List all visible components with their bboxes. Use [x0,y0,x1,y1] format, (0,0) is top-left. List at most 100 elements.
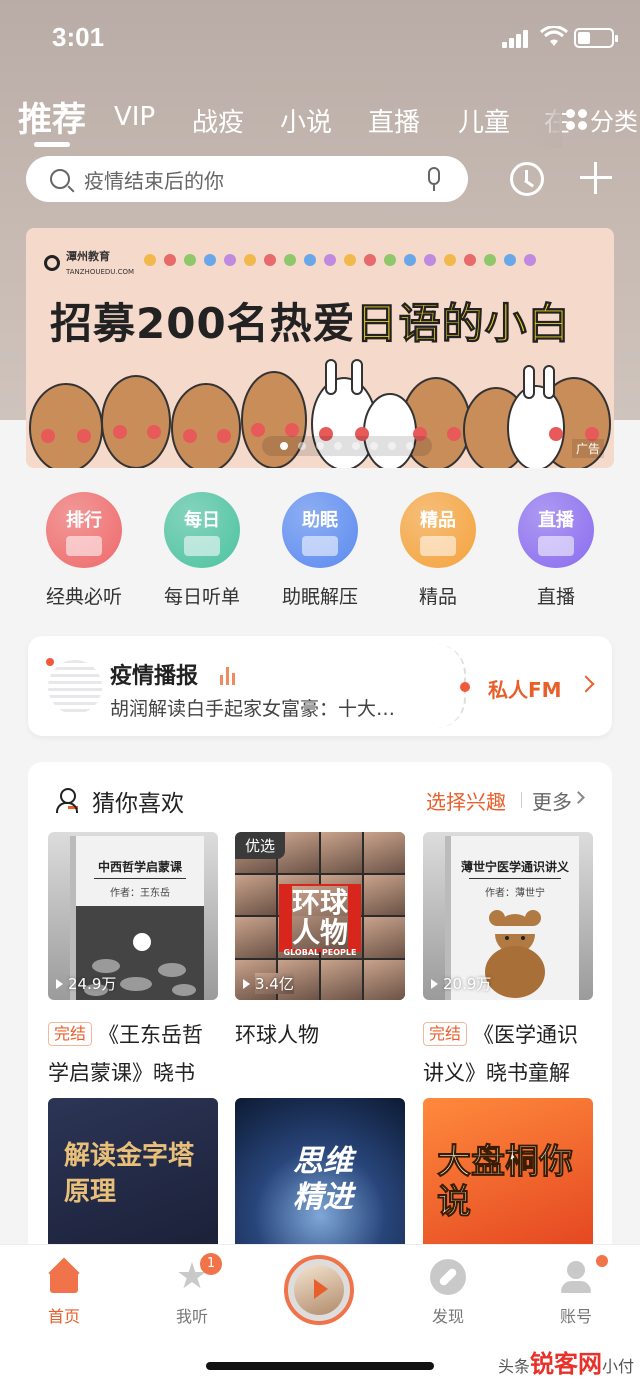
banner-logo: 潭州教育 TANZHOUEDU.COM [44,248,134,277]
category-icon: 直播 [518,492,594,568]
recommend-card[interactable]: 大盘桐你说 [423,1098,593,1266]
cover-image: 解读金字塔原理 [48,1098,218,1266]
card-title: 环球人物 [235,1023,319,1047]
home-icon [46,1259,82,1295]
decor-dot [344,254,356,266]
category-label: 每日听单 [163,586,240,608]
watermark: 头条锐客网小付 [498,1350,635,1378]
cover-image: 思维精进 [235,1098,405,1266]
decor-dot [244,254,256,266]
category-2[interactable]: 助眠 助眠解压 [260,492,380,609]
decor-dot [144,254,156,266]
fm-dial-icon [436,644,470,728]
recommend-card[interactable]: 中西哲学启蒙课 作者：王东岳 24.9万 完结 《王东岳哲学启蒙课》晓书 [48,832,218,1092]
play-count: 24.9万 [56,973,116,994]
logo-icon [44,254,60,271]
cover-image: 薄世宁医学通识讲义 作者：薄世宁 20.9万 [423,832,593,1000]
play-count: 20.9万 [431,973,491,994]
divider [521,792,522,808]
news-card-subtitle: 胡润解读白手起家女富豪：十大… [110,698,396,720]
cellular-signal-icon [502,28,532,48]
radio-broadcast-icon [46,658,102,714]
audio-bars-icon [220,666,238,685]
category-0[interactable]: 排行 经典必听 [24,492,144,609]
chevron-right-icon [572,791,585,804]
nav-account[interactable]: 账号 [536,1255,616,1327]
decor-dot [364,254,376,266]
category-icon: 助眠 [282,492,358,568]
decor-dot [204,254,216,266]
category-label: 精品 [418,586,457,608]
card-title: 完结 《王东岳哲学启蒙课》晓书 [48,1022,204,1085]
category-button[interactable]: 分类 [566,102,638,137]
private-fm-link[interactable]: 私人FM [488,674,562,703]
status-bar: 3:01 [0,0,640,80]
decor-dot [484,254,496,266]
microphone-icon[interactable] [428,167,440,191]
tab-vip[interactable]: VIP [114,102,155,132]
tab-novel[interactable]: 小说 [280,102,332,139]
compass-icon [430,1259,466,1295]
completed-badge: 完结 [423,1022,468,1046]
tab-fight-epidemic[interactable]: 战疫 [192,102,244,139]
guess-you-like-section: 猜你喜欢 选择兴趣 更多 中西哲学启蒙课 作者：王东岳 24.9万 完结 《王东岳… [28,762,612,1322]
category-3[interactable]: 精品 精品 [378,492,498,609]
nav-discover[interactable]: 发现 [408,1259,488,1327]
decor-dot [184,254,196,266]
category-4[interactable]: 直播 直播 [496,492,616,609]
tab-children[interactable]: 儿童 [458,102,510,139]
category-icon: 精品 [400,492,476,568]
category-label: 经典必听 [45,586,122,608]
battery-icon [574,28,618,48]
now-playing-button[interactable] [284,1255,354,1325]
play-icon [431,978,438,989]
card-title: 完结 《医学通识讲义》晓书童解 [423,1022,579,1085]
cover-title: 思维精进 [293,1144,353,1215]
wifi-icon [540,26,568,46]
star-icon: ★ 1 [174,1253,222,1295]
home-indicator[interactable] [206,1362,434,1370]
plus-icon[interactable] [580,162,612,194]
category-icon: 每日 [164,492,240,568]
category-label: 助眠解压 [281,586,358,608]
cover-image: 环球人物 GLOBAL PEOPLE 优选 3.4亿 [235,832,405,1000]
search-placeholder: 疫情结束后的你 [84,168,224,193]
recommend-card[interactable]: 解读金字塔原理 [48,1098,218,1266]
nav-my-listening[interactable]: ★ 1 我听 [152,1253,232,1327]
decor-dot [464,254,476,266]
recommend-card[interactable]: 环球人物 GLOBAL PEOPLE 优选 3.4亿 环球人物 [235,832,405,1054]
red-dot-badge [596,1255,608,1267]
decor-dot [324,254,336,266]
tab-live[interactable]: 直播 [368,102,420,139]
decor-dot [284,254,296,266]
ad-label: 广告 [571,439,604,458]
more-link[interactable]: 更多 [532,786,572,815]
decor-dot [224,254,236,266]
search-bar[interactable]: 疫情结束后的你 [26,156,468,202]
play-count: 3.4亿 [243,973,294,994]
history-clock-icon[interactable] [510,162,544,196]
cover-title-block: 环球人物 GLOBAL PEOPLE [279,884,361,957]
category-icon: 排行 [46,492,122,568]
user-heart-icon [56,788,78,813]
decor-dot [384,254,396,266]
cover-image: 中西哲学启蒙课 作者：王东岳 24.9万 [48,832,218,1000]
category-1[interactable]: 每日 每日听单 [142,492,262,609]
section-title: 猜你喜欢 [92,791,184,817]
recommend-card[interactable]: 思维精进 [235,1098,405,1266]
play-icon [314,1279,328,1299]
banner-pagination [262,436,432,456]
decor-dot [164,254,176,266]
featured-tag: 优选 [235,832,286,859]
nav-home[interactable]: 首页 [24,1259,104,1327]
recommend-card[interactable]: 薄世宁医学通识讲义 作者：薄世宁 20.9万 完结 《医学通识讲义》晓书童解 [423,832,593,1092]
user-icon [558,1255,608,1295]
completed-badge: 完结 [48,1022,93,1046]
choose-interest-link[interactable]: 选择兴趣 [426,786,506,815]
cover-title: 大盘桐你说 [437,1142,574,1223]
promo-banner[interactable]: 潭州教育 TANZHOUEDU.COM 招募200名热爱日语的小白 广告 [26,228,614,468]
tab-recommend[interactable]: 推荐 [18,92,86,141]
decor-dot [524,254,536,266]
epidemic-report-card[interactable]: 疫情播报 胡润解读白手起家女富豪：十大… 私人FM [28,636,612,736]
play-icon [56,978,63,989]
